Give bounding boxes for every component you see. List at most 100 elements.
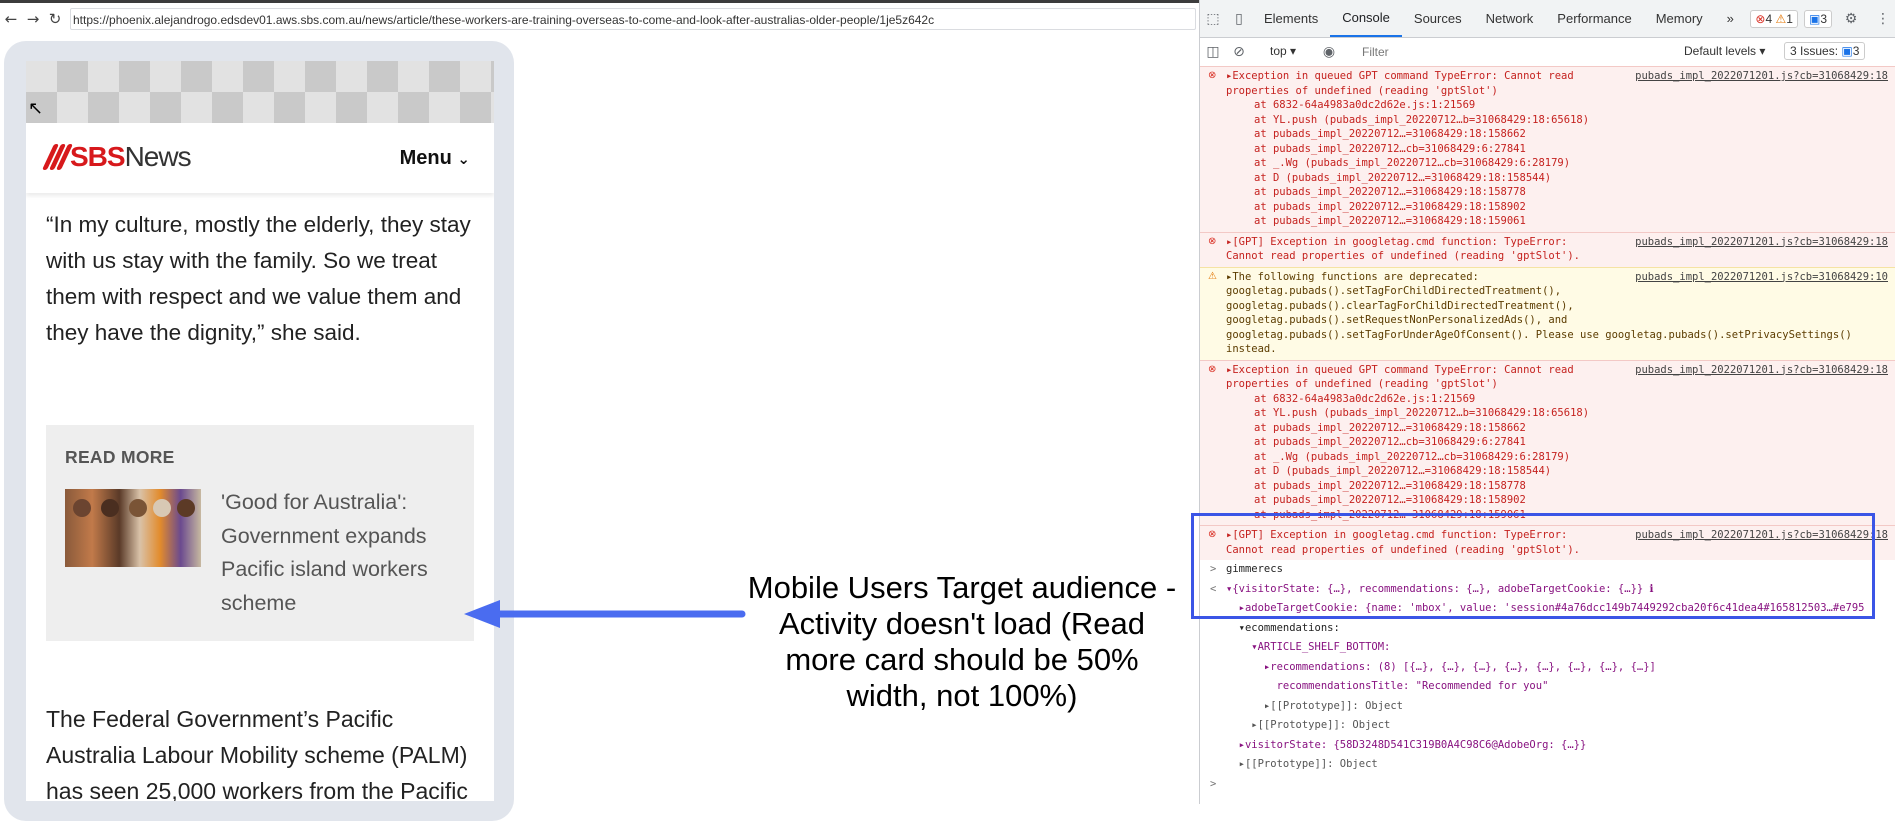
context-select[interactable]: top ▾: [1270, 44, 1296, 58]
console-filter-input[interactable]: Filter: [1358, 42, 1682, 62]
reload-icon[interactable]: ↻: [44, 10, 66, 28]
annotation-arrow-icon: [464, 600, 746, 628]
context-label: top: [1270, 44, 1287, 58]
address-bar-row: ← → ↻ https://phoenix.alejandrogo.edsdev…: [0, 6, 1200, 32]
console-message[interactable]: ⊗ pubads_impl_2022071201.js?cb=31068429:1…: [1200, 231, 1895, 267]
tab-performance[interactable]: Performance: [1545, 0, 1643, 37]
annotation-note: Mobile Users Target audience - Activity …: [747, 570, 1177, 713]
url-field[interactable]: https://phoenix.alejandrogo.edsdev01.aws…: [70, 8, 1196, 30]
console-toolbar: ◫ ⊘ top ▾ ◉ Filter Default levels ▾ 3 Is…: [1200, 38, 1895, 67]
device-toolbar-icon[interactable]: ▯: [1226, 11, 1252, 27]
message-text: googletag.pubads().setTagForChildDirecte…: [1226, 285, 1562, 297]
tab-console[interactable]: Console: [1330, 0, 1402, 37]
ad-placeholder: [26, 61, 494, 123]
stack-frame[interactable]: at _.Wg (pubads_impl_20220712…cb=3106842…: [1226, 450, 1895, 465]
chevron-down-icon: ⌄: [457, 150, 470, 168]
stack-frame[interactable]: at pubads_impl_20220712…=31068429:18:159…: [1226, 508, 1895, 523]
stack-frame[interactable]: at D (pubads_impl_20220712…=31068429:18:…: [1226, 171, 1895, 186]
console-message[interactable]: ⊗ pubads_impl_2022071201.js?cb=31068429:1…: [1200, 66, 1895, 232]
error-warning-badge[interactable]: ⊗4 ⚠1: [1750, 9, 1798, 28]
stack-frame[interactable]: at pubads_impl_20220712…=31068429:18:158…: [1226, 200, 1895, 215]
message-text: instead.: [1226, 343, 1277, 355]
menu-button[interactable]: Menu ⌄: [400, 147, 470, 170]
message-text: Cannot read properties of undefined (rea…: [1226, 543, 1581, 556]
console-line: < ▾{visitorState: {…}, recommendations: {…: [1200, 580, 1895, 600]
issues-label: 3 Issues:: [1790, 44, 1839, 58]
menu-label: Menu: [399, 147, 452, 169]
console-line-text: ▾ARTICLE_SHELF_BOTTOM:: [1226, 641, 1391, 653]
issues-count: 3: [1852, 44, 1860, 58]
stack-frame[interactable]: at pubads_impl_20220712…=31068429:18:158…: [1226, 185, 1895, 200]
stack-frame[interactable]: at pubads_impl_20220712…=31068429:18:158…: [1226, 493, 1895, 508]
tab-elements[interactable]: Elements: [1252, 0, 1330, 37]
read-more-title-link[interactable]: 'Good for Australia': Government expands…: [221, 486, 451, 620]
stack-frame[interactable]: at _.Wg (pubads_impl_20220712…cb=3106842…: [1226, 156, 1895, 171]
console-line: ▸recommendations: (8) [{…}, {…}, {…}, {……: [1200, 658, 1895, 678]
console-line-text: ▸[[Prototype]]: Object: [1226, 719, 1391, 731]
site-header: SBS News Menu ⌄: [26, 123, 494, 193]
stack-frame[interactable]: at pubads_impl_20220712…=31068429:18:158…: [1226, 421, 1895, 436]
console-line-text: ▸adobeTargetCookie: {name: 'mbox', value…: [1226, 602, 1865, 614]
error-icon: ⊗: [1208, 363, 1217, 375]
message-icon: ▣: [1808, 11, 1821, 26]
sbs-logo-mark-icon: [41, 142, 74, 172]
issues-icon: ▣: [1841, 44, 1853, 58]
console-line: ▸visitorState: {58D3248D541C319B0A4C98C6…: [1200, 736, 1895, 756]
console-line-text: ▸visitorState: {58D3248D541C319B0A4C98C6…: [1226, 738, 1587, 751]
message-text: googletag.pubads().setRequestNonPersonal…: [1226, 314, 1568, 326]
console-line: ▾ARTICLE_SHELF_BOTTOM:: [1200, 638, 1895, 658]
tab-sources[interactable]: Sources: [1402, 0, 1474, 37]
stack-frame[interactable]: at 6832-64a4983a0dc2d62e.js:1:21569: [1226, 98, 1895, 113]
log-levels-select[interactable]: Default levels ▾: [1684, 44, 1765, 58]
stack-frame[interactable]: at D (pubads_impl_20220712…=31068429:18:…: [1226, 464, 1895, 479]
console-line: ▸adobeTargetCookie: {name: 'mbox', value…: [1200, 599, 1895, 619]
console-message[interactable]: ⊗ pubads_impl_2022071201.js?cb=31068429:1…: [1200, 359, 1895, 525]
read-more-thumbnail[interactable]: [65, 489, 201, 567]
console-line-text: ▸recommendations: (8) [{…}, {…}, {…}, {……: [1226, 660, 1656, 673]
article-paragraph: The Federal Government’s Pacific Austral…: [46, 706, 468, 801]
devtools-panel: ⬚ ▯ Elements Console Sources Network Per…: [1199, 0, 1895, 804]
inspect-element-icon[interactable]: ⬚: [1200, 11, 1226, 27]
message-source-link[interactable]: pubads_impl_2022071201.js?cb=31068429:18: [1635, 364, 1888, 376]
warning-icon: ⚠: [1775, 11, 1787, 26]
stack-frame[interactable]: at pubads_impl_20220712…cb=31068429:6:27…: [1226, 142, 1895, 157]
stack-frame[interactable]: at pubads_impl_20220712…=31068429:18:158…: [1226, 479, 1895, 494]
message-source-link[interactable]: pubads_impl_2022071201.js?cb=31068429:18: [1635, 236, 1888, 248]
gear-icon[interactable]: ⚙: [1838, 11, 1864, 27]
devtools-tab-bar: ⬚ ▯ Elements Console Sources Network Per…: [1200, 0, 1895, 38]
tab-memory[interactable]: Memory: [1644, 0, 1715, 37]
console-line: recommendationsTitle: "Recommended for y…: [1200, 677, 1895, 697]
tab-network[interactable]: Network: [1474, 0, 1546, 37]
console-output: ⊗ pubads_impl_2022071201.js?cb=31068429:1…: [1200, 66, 1895, 790]
sbs-news-logo[interactable]: SBS News: [41, 141, 192, 173]
error-count: 4: [1765, 11, 1773, 26]
message-source-link[interactable]: pubads_impl_2022071201.js?cb=31068429:18: [1635, 70, 1888, 82]
back-icon[interactable]: ←: [0, 10, 22, 28]
stack-frame[interactable]: at pubads_impl_20220712…=31068429:18:158…: [1226, 127, 1895, 142]
logo-news-text: News: [124, 141, 192, 172]
clear-console-icon[interactable]: ⊘: [1226, 44, 1252, 60]
error-icon: ⊗: [1755, 11, 1766, 26]
read-more-card[interactable]: READ MORE 'Good for Australia': Governme…: [46, 425, 474, 641]
message-text: properties of undefined (reading 'gptSlo…: [1226, 378, 1498, 390]
console-message[interactable]: ⚠ pubads_impl_2022071201.js?cb=31068429:1…: [1200, 266, 1895, 360]
messages-badge[interactable]: ▣3: [1803, 9, 1832, 28]
stack-frame[interactable]: at YL.push (pubads_impl_20220712…b=31068…: [1226, 406, 1895, 421]
message-source-link[interactable]: pubads_impl_2022071201.js?cb=31068429:10: [1635, 271, 1888, 283]
message-source-link[interactable]: pubads_impl_2022071201.js?cb=31068429:18: [1635, 529, 1888, 541]
sidebar-toggle-icon[interactable]: ◫: [1200, 44, 1226, 60]
stack-frame[interactable]: at pubads_impl_20220712…cb=31068429:6:27…: [1226, 435, 1895, 450]
error-icon: ⊗: [1208, 70, 1217, 81]
stack-frame[interactable]: at pubads_impl_20220712…=31068429:18:159…: [1226, 214, 1895, 229]
console-message[interactable]: ⊗ pubads_impl_2022071201.js?cb=31068429:1…: [1200, 525, 1895, 560]
console-line: > gimmerecs: [1200, 560, 1895, 580]
more-tabs-button[interactable]: »: [1715, 0, 1746, 37]
console-prompt-icon: >: [1210, 563, 1217, 575]
stack-frame[interactable]: at YL.push (pubads_impl_20220712…b=31068…: [1226, 113, 1895, 128]
forward-icon[interactable]: →: [22, 10, 44, 28]
eye-icon[interactable]: ◉: [1316, 44, 1342, 60]
more-options-icon[interactable]: ⋮: [1870, 11, 1895, 27]
stack-frame[interactable]: at 6832-64a4983a0dc2d62e.js:1:21569: [1226, 392, 1895, 407]
issues-button[interactable]: 3 Issues: ▣3: [1784, 42, 1866, 60]
mouse-cursor-icon: ↖: [28, 98, 44, 119]
